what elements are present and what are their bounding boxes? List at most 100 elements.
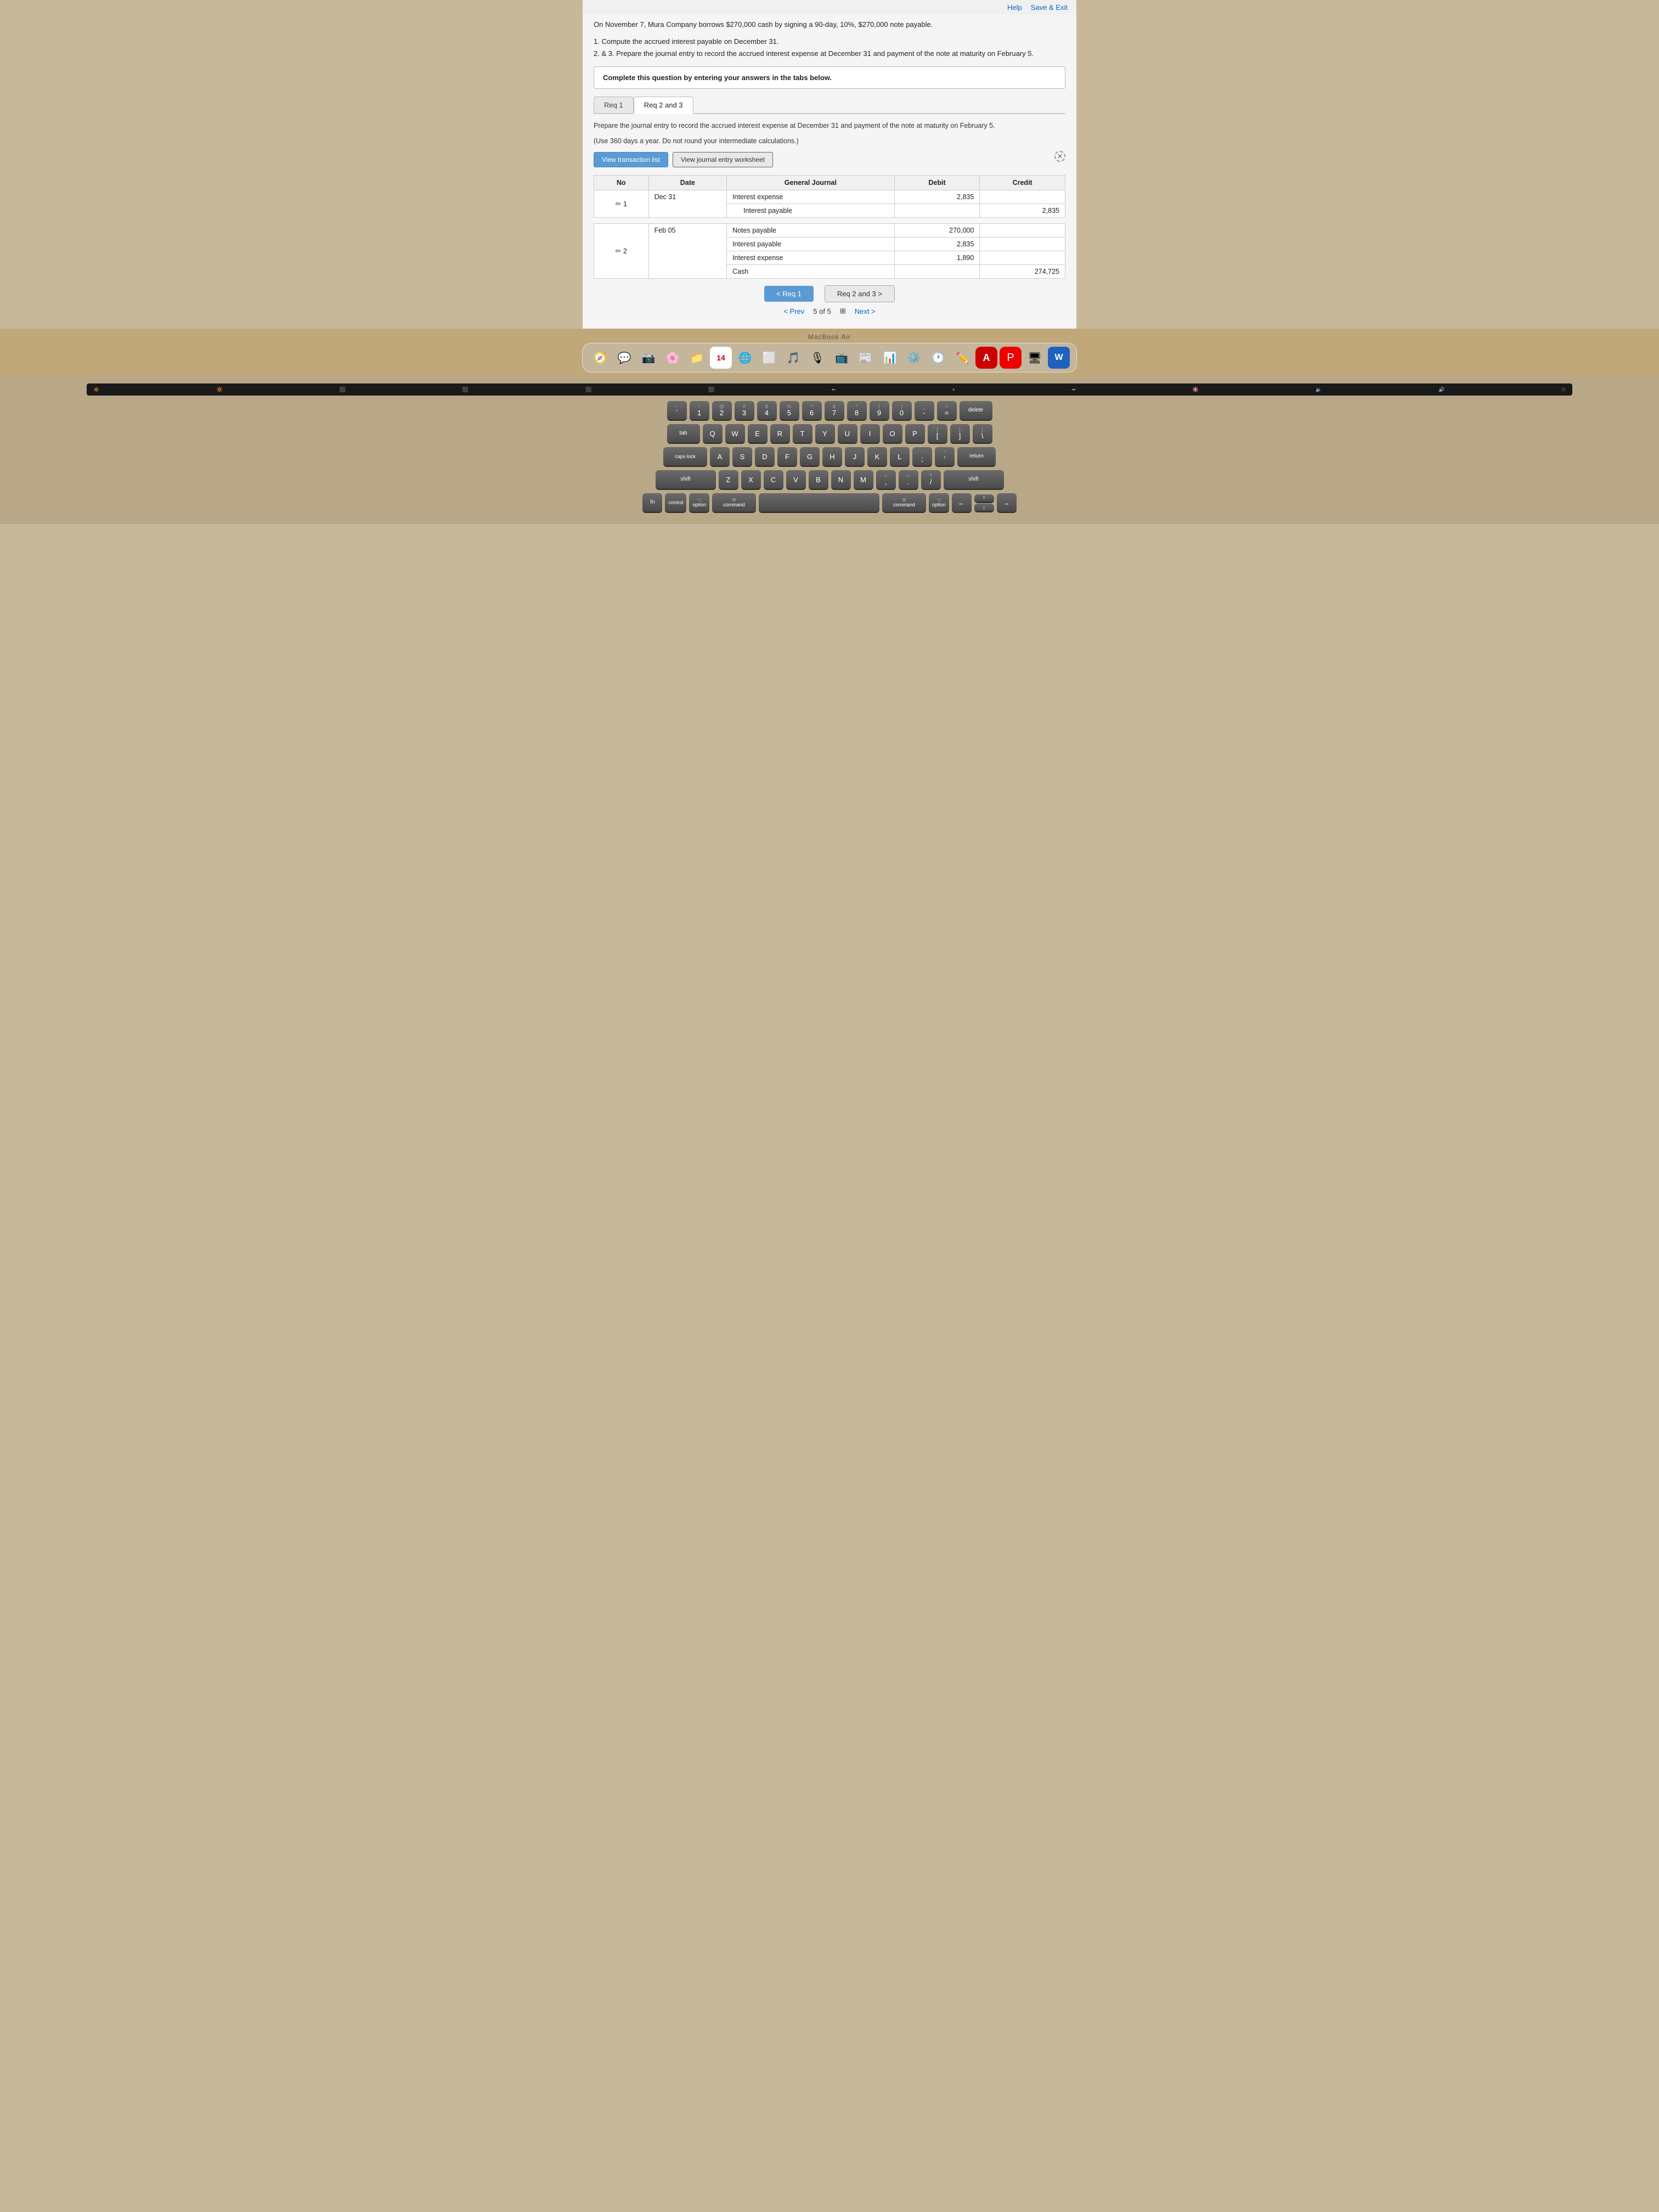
touchbar-f11[interactable]: 🔉 (1316, 387, 1322, 393)
key-5[interactable]: %5 (780, 401, 799, 421)
row1-entry2-credit[interactable]: 2,835 (980, 204, 1065, 218)
key-3[interactable]: #3 (735, 401, 754, 421)
row1-entry2-account[interactable]: Interest payable (727, 204, 895, 218)
key-j[interactable]: J (845, 447, 865, 467)
key-tab[interactable]: tab (667, 424, 700, 444)
key-arrow-up[interactable]: ↑ (974, 494, 994, 503)
key-w[interactable]: W (725, 424, 745, 444)
req23-nav-button[interactable]: Req 2 and 3 > (825, 285, 895, 302)
key-return[interactable]: return (957, 447, 996, 467)
close-icon[interactable]: ✕ (1054, 151, 1065, 162)
key-y[interactable]: Y (815, 424, 835, 444)
key-2[interactable]: @2 (712, 401, 732, 421)
messages-dock-icon[interactable]: 💬 (613, 347, 635, 369)
key-x[interactable]: X (741, 470, 761, 490)
key-1[interactable]: !1 (690, 401, 709, 421)
tab-req1[interactable]: Req 1 (594, 97, 634, 113)
touchbar-power[interactable]: ⏻ (1561, 387, 1565, 393)
key-q[interactable]: Q (703, 424, 723, 444)
key-control[interactable]: control (665, 493, 686, 513)
key-arrow-left[interactable]: ← (952, 493, 972, 513)
key-r[interactable]: R (770, 424, 790, 444)
key-bracket-left[interactable]: {[ (928, 424, 947, 444)
music-dock-icon[interactable]: 🎵 (782, 347, 804, 369)
key-space[interactable] (759, 493, 879, 513)
key-8[interactable]: *8 (847, 401, 867, 421)
view-journal-button[interactable]: View journal entry worksheet (673, 152, 773, 167)
row1-entry2-debit[interactable] (894, 204, 980, 218)
row2-entry3-account[interactable]: Interest expense (727, 251, 895, 265)
touchbar-f3[interactable]: ⬛ (340, 387, 346, 393)
touchbar-f12[interactable]: 🔊 (1438, 387, 1444, 393)
row1-entry1-account[interactable]: Interest expense (727, 190, 895, 204)
key-delete[interactable]: delete (960, 401, 992, 421)
safari-icon[interactable]: 🧭 (589, 347, 611, 369)
pen-dock-icon[interactable]: ✏️ (951, 347, 973, 369)
red-circle-dock-icon[interactable]: P (1000, 347, 1022, 369)
key-command-right[interactable]: ⌘command (882, 493, 926, 513)
key-l[interactable]: L (890, 447, 910, 467)
key-fn[interactable]: fn (642, 493, 662, 513)
key-semicolon[interactable]: :; (912, 447, 932, 467)
calendar-dock-icon[interactable]: 14 (710, 347, 732, 369)
key-period[interactable]: >. (899, 470, 918, 490)
row2-entry4-credit[interactable]: 274,725 (980, 265, 1065, 279)
help-link[interactable]: Help (1007, 3, 1022, 12)
key-a[interactable]: A (710, 447, 730, 467)
key-slash[interactable]: ?/ (921, 470, 941, 490)
key-n[interactable]: N (831, 470, 851, 490)
key-e[interactable]: E (748, 424, 768, 444)
key-g[interactable]: G (800, 447, 820, 467)
touchbar-f6[interactable]: ⬛ (708, 387, 714, 393)
touchbar-f10[interactable]: 🔇 (1193, 387, 1199, 393)
clock-dock-icon[interactable]: 🕐 (927, 347, 949, 369)
tab-req2and3[interactable]: Req 2 and 3 (634, 97, 693, 114)
key-0[interactable]: )0 (892, 401, 912, 421)
touchbar-f8[interactable]: ⏸ (952, 387, 955, 393)
key-c[interactable]: C (764, 470, 783, 490)
grid-view-icon[interactable]: ⊞ (840, 307, 846, 315)
key-bracket-right[interactable]: }] (950, 424, 970, 444)
key-6[interactable]: ^6 (802, 401, 822, 421)
key-command-left[interactable]: ⌘command (712, 493, 756, 513)
key-arrow-down[interactable]: ↓ (974, 504, 994, 512)
prev-link[interactable]: < Prev (783, 307, 804, 315)
touchbar-f7[interactable]: ⬅ (831, 387, 836, 393)
w-dock-icon[interactable]: W (1048, 347, 1070, 369)
key-minus[interactable]: _- (915, 401, 934, 421)
podcast-dock-icon[interactable]: 🎙 (806, 347, 828, 369)
files-dock-icon[interactable]: 📁 (686, 347, 708, 369)
key-v[interactable]: V (786, 470, 806, 490)
chrome-dock-icon[interactable]: 🌐 (734, 347, 756, 369)
key-f[interactable]: F (777, 447, 797, 467)
key-p[interactable]: P (905, 424, 925, 444)
key-shift-left[interactable]: shift (656, 470, 716, 490)
key-m[interactable]: M (854, 470, 873, 490)
key-h[interactable]: H (822, 447, 842, 467)
key-comma[interactable]: <, (876, 470, 896, 490)
touchbar-f9[interactable]: ➡ (1071, 387, 1076, 393)
key-backtick[interactable]: ~` (667, 401, 687, 421)
a-dock-icon[interactable]: A (975, 347, 997, 369)
row2-entry4-debit[interactable] (894, 265, 980, 279)
key-caps[interactable]: caps lock (663, 447, 707, 467)
row2-entry1-debit[interactable]: 270,000 (894, 224, 980, 238)
key-i[interactable]: I (860, 424, 880, 444)
key-o[interactable]: O (883, 424, 902, 444)
key-quote[interactable]: "' (935, 447, 955, 467)
save-exit-link[interactable]: Save & Exit (1031, 3, 1068, 12)
stock-dock-icon[interactable]: 📊 (879, 347, 901, 369)
photos-dock-icon[interactable]: 🌸 (662, 347, 684, 369)
req1-nav-button[interactable]: < Req 1 (764, 286, 814, 302)
key-s[interactable]: S (732, 447, 752, 467)
news-dock-icon[interactable]: 📰 (855, 347, 877, 369)
edit-icon-1[interactable]: ✏ (616, 200, 622, 208)
key-t[interactable]: T (793, 424, 812, 444)
touchbar-f4[interactable]: ⬛ (462, 387, 469, 393)
key-option-left[interactable]: ⌥option (689, 493, 709, 513)
row2-entry1-credit[interactable] (980, 224, 1065, 238)
key-option-right[interactable]: ⌥option (929, 493, 949, 513)
key-arrow-right[interactable]: → (997, 493, 1017, 513)
key-9[interactable]: (9 (870, 401, 889, 421)
row1-entry1-credit[interactable] (980, 190, 1065, 204)
